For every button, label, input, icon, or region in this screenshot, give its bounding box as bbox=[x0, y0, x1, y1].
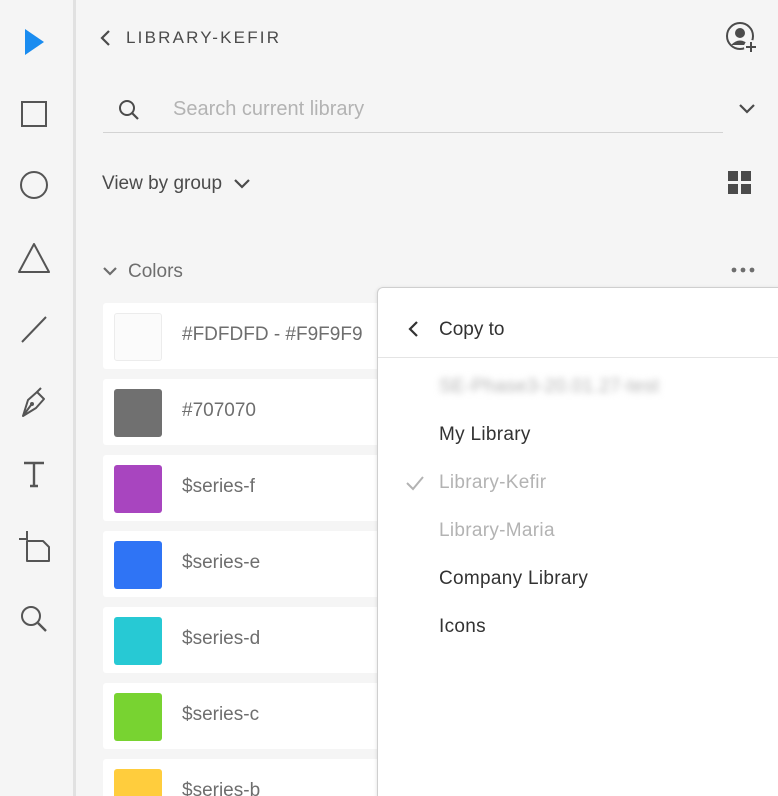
select-tool[interactable] bbox=[14, 22, 54, 62]
menu-item-label: Library-Kefir bbox=[439, 472, 547, 493]
chevron-down-icon[interactable] bbox=[736, 100, 758, 118]
more-options-icon[interactable] bbox=[730, 262, 756, 278]
color-swatch bbox=[114, 313, 162, 361]
menu-item-label: Library-Maria bbox=[439, 520, 555, 541]
group-label: Colors bbox=[128, 261, 183, 282]
back-chevron-icon[interactable] bbox=[98, 28, 114, 48]
color-item[interactable]: $series-f bbox=[103, 455, 403, 521]
rectangle-tool[interactable] bbox=[14, 94, 54, 134]
copy-to-back-button[interactable]: Copy to bbox=[378, 288, 778, 358]
color-name: $series-c bbox=[182, 704, 260, 725]
triangle-icon bbox=[18, 243, 50, 273]
menu-item-label: My Library bbox=[439, 424, 531, 445]
zoom-tool[interactable] bbox=[14, 599, 54, 639]
rectangle-icon bbox=[21, 101, 47, 127]
search-input[interactable] bbox=[173, 96, 713, 122]
menu-item-my-library[interactable]: My Library bbox=[378, 415, 778, 455]
view-by-label: View by group bbox=[102, 173, 223, 194]
color-item[interactable]: $series-b bbox=[103, 759, 403, 796]
artboard-tool[interactable] bbox=[14, 526, 54, 566]
color-swatch bbox=[114, 617, 162, 665]
back-chevron-icon bbox=[408, 321, 418, 337]
color-swatch bbox=[114, 693, 162, 741]
artboard-icon bbox=[19, 531, 50, 562]
color-name: $series-b bbox=[182, 780, 261, 796]
color-item[interactable]: $series-d bbox=[103, 607, 403, 673]
menu-item-library-kefir: Library-Kefir bbox=[378, 463, 778, 503]
colors-group-toggle[interactable]: Colors bbox=[102, 260, 183, 284]
chevron-down-icon bbox=[234, 179, 250, 189]
color-name: #707070 bbox=[182, 400, 256, 421]
color-name: $series-d bbox=[182, 628, 261, 649]
menu-item: SE-Phase3-20.01.27-test bbox=[378, 367, 778, 407]
text-icon bbox=[24, 461, 44, 488]
magnifier-icon bbox=[21, 606, 47, 632]
menu-item-label: SE-Phase3-20.01.27-test bbox=[439, 376, 660, 397]
arrow-pointer-icon bbox=[25, 29, 44, 55]
menu-item-label: Company Library bbox=[439, 568, 589, 589]
color-item[interactable]: $series-e bbox=[103, 531, 403, 597]
color-item[interactable]: #707070 bbox=[103, 379, 403, 445]
menu-title: Copy to bbox=[439, 319, 505, 340]
search-icon bbox=[119, 100, 139, 120]
color-name: #FDFDFD - #F9F9F9 bbox=[182, 324, 363, 345]
pen-tool[interactable] bbox=[14, 382, 54, 422]
color-name: $series-f bbox=[182, 476, 255, 497]
menu-item-library-maria: Library-Maria bbox=[378, 511, 778, 551]
invite-user-icon[interactable] bbox=[724, 20, 760, 56]
copy-to-menu: Copy to SE-Phase3-20.01.27-test My Libra… bbox=[377, 287, 778, 796]
menu-item-label: Icons bbox=[439, 616, 486, 637]
text-tool[interactable] bbox=[14, 454, 54, 494]
search-bar bbox=[103, 90, 723, 133]
color-item[interactable]: $series-c bbox=[103, 683, 403, 749]
menu-item-company-library[interactable]: Company Library bbox=[378, 559, 778, 599]
ellipse-tool[interactable] bbox=[14, 165, 54, 205]
view-by-dropdown[interactable]: View by group bbox=[102, 171, 252, 197]
color-swatch bbox=[114, 769, 162, 796]
polygon-tool[interactable] bbox=[14, 238, 54, 278]
line-icon bbox=[21, 316, 47, 343]
ellipse-icon bbox=[20, 171, 48, 199]
checkmark-icon bbox=[406, 476, 424, 491]
chevron-down-icon bbox=[103, 267, 117, 276]
pen-icon bbox=[22, 387, 45, 417]
tool-bar bbox=[0, 0, 76, 796]
library-title: LIBRARY-KEFIR bbox=[126, 28, 282, 47]
color-swatch bbox=[114, 389, 162, 437]
color-swatch bbox=[114, 541, 162, 589]
grid-view-icon[interactable] bbox=[728, 171, 752, 195]
color-item[interactable]: #FDFDFD - #F9F9F9 bbox=[103, 303, 403, 369]
color-name: $series-e bbox=[182, 552, 261, 573]
color-swatch bbox=[114, 465, 162, 513]
line-tool[interactable] bbox=[14, 309, 54, 349]
menu-item-icons[interactable]: Icons bbox=[378, 607, 778, 647]
